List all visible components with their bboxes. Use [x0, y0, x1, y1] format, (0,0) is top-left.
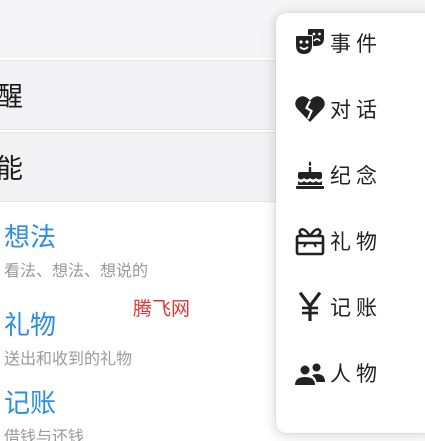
gift-icon	[294, 225, 326, 257]
broken-heart-icon	[294, 93, 326, 125]
people-icon	[294, 357, 326, 389]
menu-item-conversation[interactable]: 对话	[294, 89, 382, 129]
menu-item-person[interactable]: 人物	[294, 353, 382, 393]
category-title: 礼物	[4, 311, 57, 341]
menu-item-label: 记账	[330, 296, 382, 320]
category-description: 看法、想法、想说的	[4, 261, 149, 280]
menu-item-label: 礼物	[330, 230, 382, 254]
menu-item-label: 事件	[330, 32, 382, 56]
category-item-accounts[interactable]: 记账 借钱与还钱	[4, 388, 84, 441]
theater-masks-icon	[294, 27, 326, 59]
menu-item-account[interactable]: 记账	[294, 287, 382, 327]
category-title: 想法	[4, 223, 57, 253]
birthday-cake-icon	[294, 159, 326, 191]
list-row-label: 能	[0, 154, 23, 185]
category-item-thoughts[interactable]: 想法 看法、想法、想说的	[4, 222, 148, 282]
menu-item-label: 人物	[330, 362, 382, 386]
menu-item-label: 纪念	[330, 164, 382, 188]
menu-item-label: 对话	[330, 98, 382, 122]
menu-item-anniversary[interactable]: 纪念	[294, 155, 382, 195]
list-row-label: 醒	[0, 82, 23, 113]
yen-icon	[294, 291, 326, 323]
category-item-gifts[interactable]: 礼物 送出和收到的礼物	[4, 310, 132, 370]
category-title: 记账	[4, 389, 57, 419]
category-description: 借钱与还钱	[4, 427, 85, 441]
menu-item-gift[interactable]: 礼物	[294, 221, 382, 261]
watermark-text: 腾飞网	[133, 298, 191, 320]
menu-item-event[interactable]: 事件	[294, 23, 382, 63]
category-description: 送出和收到的礼物	[4, 349, 133, 368]
add-menu-popup: 事件 对话 纪念 礼物 记账 人物	[276, 13, 425, 433]
screen: 醒 能 想法 看法、想法、想说的 礼物 送出和收到的礼物 记账 借钱与还钱 腾飞…	[0, 0, 425, 441]
